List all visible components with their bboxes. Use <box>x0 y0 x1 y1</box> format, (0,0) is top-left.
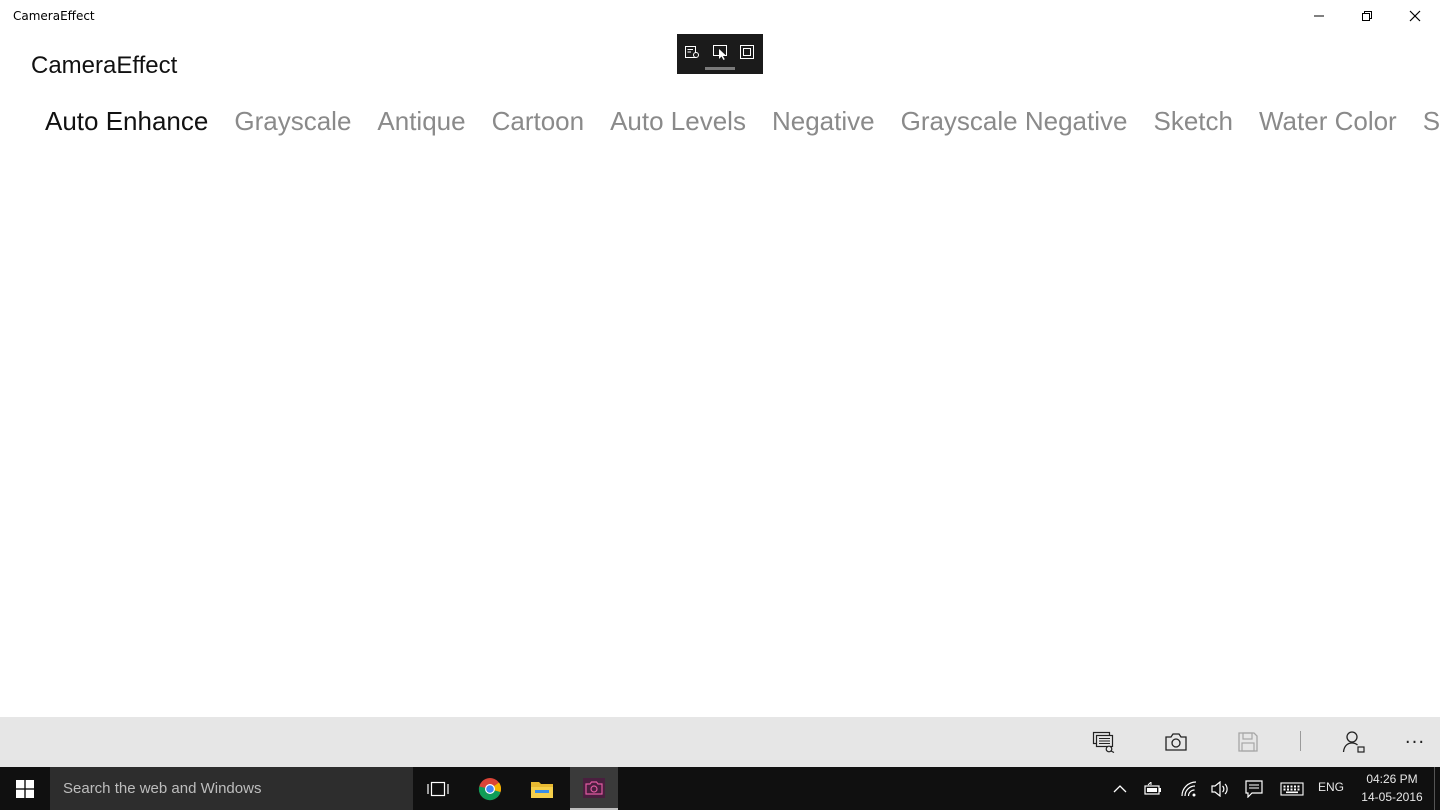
command-separator <box>1300 731 1301 751</box>
switch-camera-button[interactable] <box>1084 725 1124 759</box>
camera-effect-app-icon <box>583 777 605 798</box>
speaker-icon <box>1211 780 1228 797</box>
notification-icon <box>1245 779 1263 798</box>
save-button[interactable] <box>1228 725 1268 759</box>
window-title: CameraEffect <box>13 9 95 23</box>
clock[interactable]: 04:26 PM 14-05-2016 <box>1354 770 1430 806</box>
effect-tabs: Auto Enhance Grayscale Antique Cartoon A… <box>45 106 1440 146</box>
contact-icon <box>1342 731 1365 753</box>
tab-auto-enhance[interactable]: Auto Enhance <box>45 106 208 146</box>
close-icon <box>1409 10 1421 22</box>
minimize-icon <box>1314 15 1324 17</box>
tab-water-color[interactable]: Water Color <box>1259 106 1397 146</box>
tab-negative[interactable]: Negative <box>772 106 875 146</box>
taskbar-chrome[interactable] <box>466 767 514 810</box>
start-button[interactable] <box>0 767 50 810</box>
chevron-up-icon <box>1113 784 1127 792</box>
taskbar: Search the web and Windows ENG 04:26 PM … <box>0 767 1440 810</box>
tab-cartoon[interactable]: Cartoon <box>492 106 585 146</box>
task-view-icon <box>427 781 449 796</box>
more-options-button[interactable]: ··· <box>1398 725 1432 759</box>
show-hidden-icons-button[interactable] <box>1110 767 1130 810</box>
minimize-button[interactable] <box>1296 0 1342 32</box>
show-desktop-button[interactable] <box>1434 767 1440 810</box>
visual-tree-icon <box>685 46 699 58</box>
title-bar: CameraEffect <box>0 0 1440 32</box>
file-explorer-icon <box>531 781 553 798</box>
visual-tree-button[interactable] <box>682 42 702 62</box>
input-language[interactable]: ENG <box>1318 780 1344 794</box>
wifi-icon <box>1181 780 1197 796</box>
save-icon <box>1238 732 1258 752</box>
task-view-button[interactable] <box>414 767 462 810</box>
contact-button[interactable] <box>1334 725 1374 759</box>
clock-time: 04:26 PM <box>1366 772 1418 786</box>
tab-grayscale[interactable]: Grayscale <box>234 106 351 146</box>
keyboard-icon <box>1280 781 1304 796</box>
network-button[interactable] <box>1178 767 1200 810</box>
taskbar-file-explorer[interactable] <box>518 767 566 810</box>
select-element-icon <box>713 45 727 60</box>
taskbar-camera-effect[interactable] <box>570 767 618 810</box>
select-element-button[interactable] <box>710 42 730 62</box>
switch-camera-icon <box>1092 731 1115 753</box>
battery-button[interactable] <box>1142 767 1164 810</box>
tab-antique[interactable]: Antique <box>377 106 465 146</box>
restore-icon <box>1362 11 1372 21</box>
debug-toolbar <box>677 34 763 74</box>
camera-icon <box>1165 733 1187 751</box>
chrome-icon <box>478 777 501 800</box>
toolbar-grip[interactable] <box>705 67 735 70</box>
restore-button[interactable] <box>1344 0 1390 32</box>
tab-sepia[interactable]: Sepia <box>1423 106 1440 146</box>
battery-icon <box>1144 781 1161 795</box>
volume-button[interactable] <box>1209 767 1231 810</box>
action-center-button[interactable] <box>1243 767 1265 810</box>
clock-date: 14-05-2016 <box>1361 790 1423 804</box>
touch-keyboard-button[interactable] <box>1278 767 1306 810</box>
layout-adorner-button[interactable] <box>737 42 757 62</box>
windows-logo-icon <box>16 779 34 798</box>
search-placeholder: Search the web and Windows <box>63 780 262 797</box>
page-title: CameraEffect <box>31 52 178 79</box>
capture-photo-button[interactable] <box>1156 725 1196 759</box>
search-box[interactable]: Search the web and Windows <box>50 767 413 810</box>
tab-grayscale-negative[interactable]: Grayscale Negative <box>901 106 1128 146</box>
tab-auto-levels[interactable]: Auto Levels <box>610 106 746 146</box>
app-window: CameraEffect CameraEffect Auto Enhance G… <box>0 0 1440 767</box>
tab-sketch[interactable]: Sketch <box>1153 106 1233 146</box>
close-button[interactable] <box>1392 0 1438 32</box>
command-bar: ··· <box>0 717 1440 767</box>
layout-adorner-icon <box>740 45 754 59</box>
